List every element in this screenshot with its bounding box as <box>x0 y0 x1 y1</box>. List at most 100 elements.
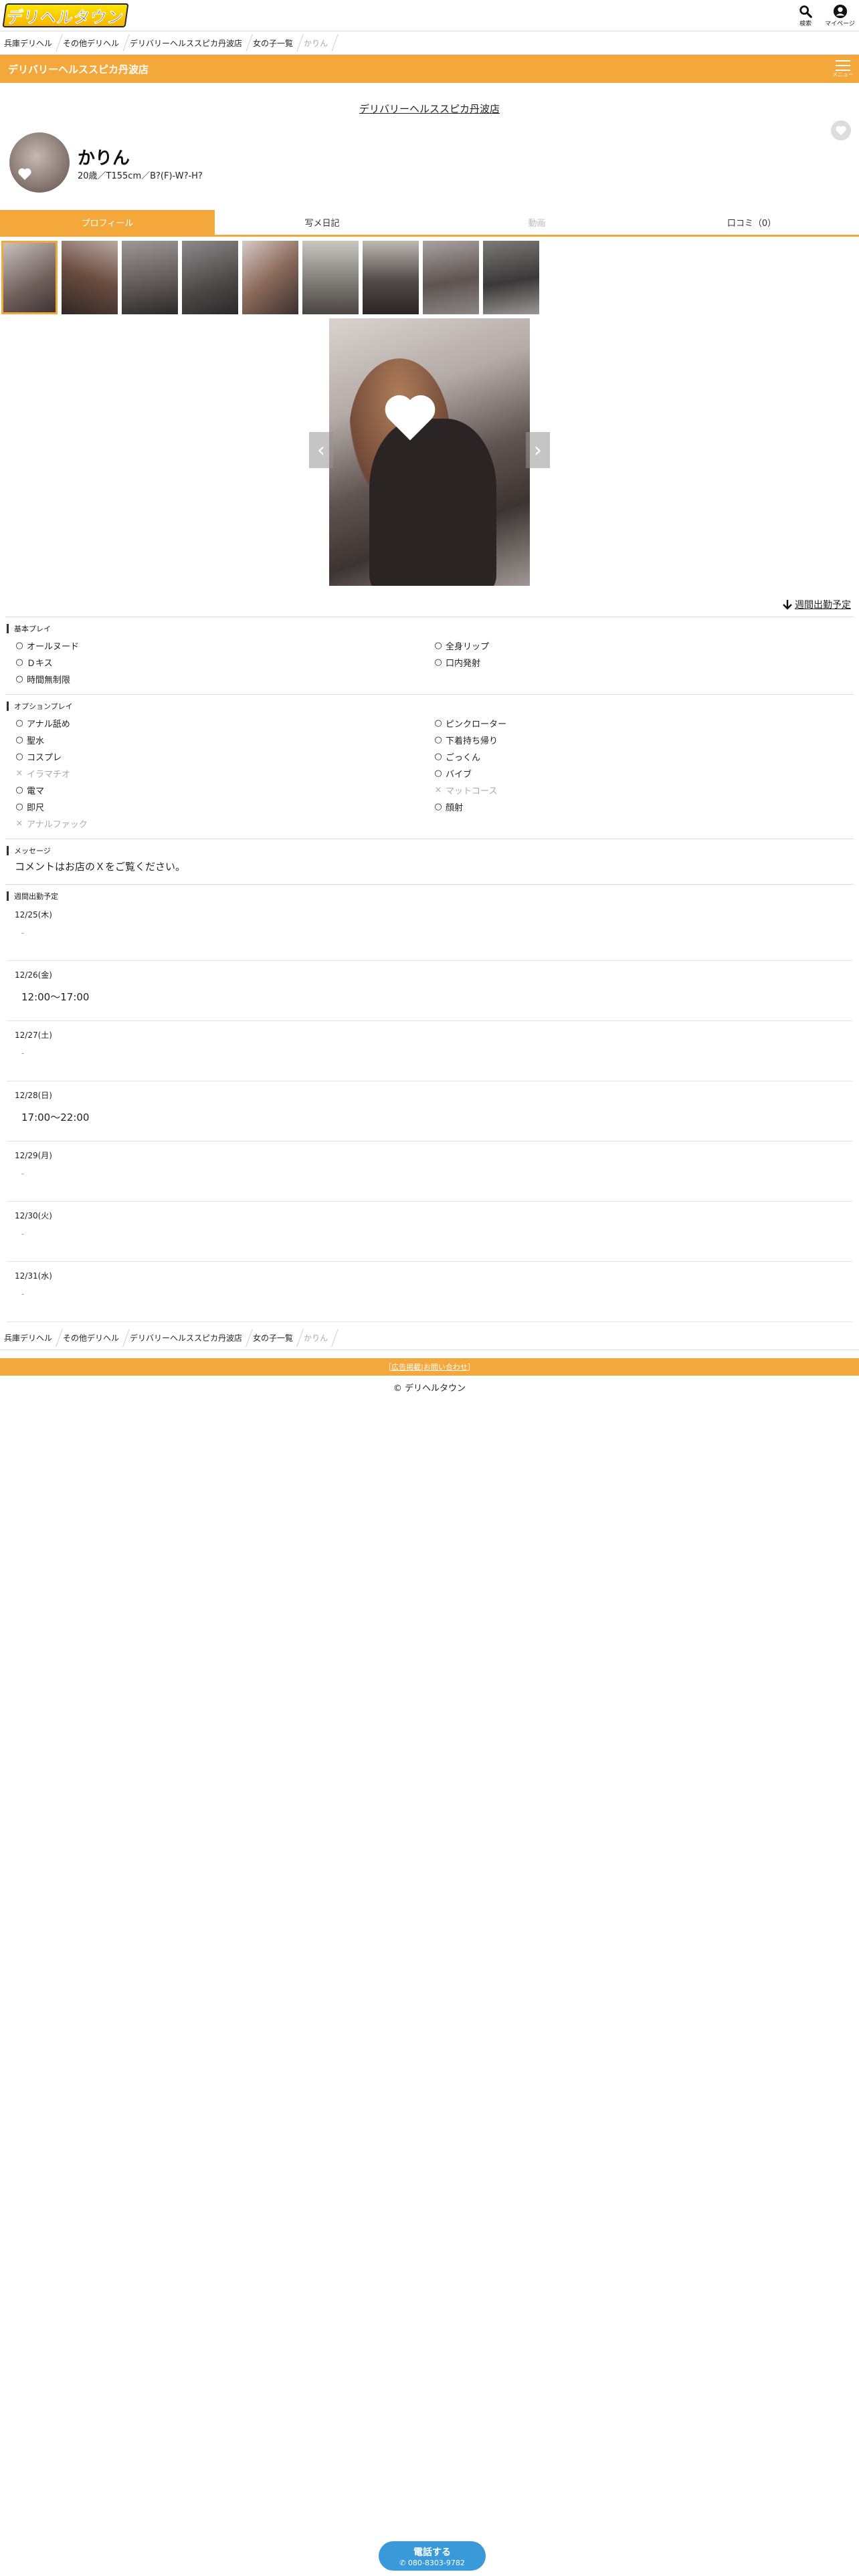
ok-circle-icon: ○ <box>15 641 23 651</box>
breadcrumb-item[interactable]: デリバリーヘルススピカ丹波店 <box>126 1326 249 1350</box>
photo-thumbnail[interactable] <box>122 241 178 314</box>
section-title: オプションプレイ <box>7 702 852 711</box>
breadcrumb-item[interactable]: その他デリヘル <box>59 1326 126 1350</box>
schedule-date: 12/27(土) <box>15 1031 52 1040</box>
arrow-down-icon <box>783 600 792 610</box>
chevron-right-icon: › <box>534 438 542 462</box>
schedule-date: 12/26(金) <box>15 970 52 980</box>
photo-thumbnails <box>0 237 859 318</box>
heart-icon <box>836 126 846 136</box>
search-button[interactable]: 検索 <box>798 4 813 27</box>
breadcrumb-item[interactable]: 兵庫デリヘル <box>0 1326 59 1350</box>
footer-link-contact[interactable]: お問い合わせ <box>423 1362 468 1372</box>
tab-reviews[interactable]: 口コミ（0） <box>644 210 859 235</box>
photo-thumbnail[interactable] <box>423 241 479 314</box>
breadcrumb-item[interactable]: その他デリヘル <box>59 31 126 54</box>
play-item: ○ Ｄキス <box>15 655 434 669</box>
play-item-label: ピンクローター <box>446 720 507 730</box>
schedule-date: 12/25(木) <box>15 910 52 920</box>
play-item: ○ 口内発射 <box>434 655 852 669</box>
mypage-button[interactable]: マイページ <box>825 4 855 27</box>
shop-title-bar: デリバリーヘルススピカ丹波店 メニュー <box>0 55 859 83</box>
play-item-label: 聖水 <box>27 736 45 746</box>
menu-button[interactable]: メニュー <box>832 60 854 78</box>
photo-thumbnail[interactable] <box>302 241 359 314</box>
photo-thumbnail[interactable] <box>62 241 118 314</box>
girl-name: かりん <box>78 148 130 169</box>
tab-photo-diary[interactable]: 写メ日記 <box>215 210 430 235</box>
play-item: ○ オールヌード <box>15 639 434 653</box>
play-item: × マットコース <box>434 783 852 797</box>
breadcrumb-item[interactable]: 女の子一覧 <box>249 31 300 54</box>
ok-circle-icon: ○ <box>15 674 23 684</box>
play-item: ○ コスプレ <box>15 750 434 764</box>
play-item-label: オールヌード <box>27 642 80 652</box>
play-item-label: 即尺 <box>27 803 45 813</box>
prev-photo-button[interactable]: ‹ <box>309 432 333 468</box>
schedule-date: 12/30(火) <box>15 1211 52 1220</box>
chevron-left-icon: ‹ <box>317 438 325 462</box>
play-item-label: 顔射 <box>446 803 464 813</box>
play-item: ○ バイブ <box>434 766 852 780</box>
breadcrumb-item[interactable]: 兵庫デリヘル <box>0 31 59 54</box>
breadcrumb-current: かりん <box>300 31 335 54</box>
play-item: × アナルファック <box>15 817 434 831</box>
play-item: ○ 電マ <box>15 783 434 797</box>
photo-thumbnail[interactable] <box>363 241 419 314</box>
site-logo[interactable]: デリヘルタウン <box>2 3 129 27</box>
play-item-label: 電マ <box>27 786 45 796</box>
call-button[interactable]: 電話する ✆ 080-8303-9782 <box>379 2541 486 2571</box>
mypage-label: マイページ <box>825 20 855 27</box>
play-item: × イラマチオ <box>15 766 434 780</box>
option-play-section: オプションプレイ ○ アナル舐め ○ ピンクローター ○ 聖水 ○ 下着持ち帰り ○ コスプレ ○ ご… <box>0 695 859 839</box>
breadcrumb-item[interactable]: 女の子一覧 <box>249 1326 300 1350</box>
tab-profile[interactable]: プロフィール <box>0 210 215 235</box>
profile-header: かりん 20歳／T155cm／B?(F)-W?-H? <box>0 120 859 210</box>
photo-thumbnail[interactable] <box>483 241 539 314</box>
ok-circle-icon: ○ <box>434 752 442 762</box>
play-item: ○ ピンクローター <box>434 716 852 730</box>
user-icon <box>833 4 847 18</box>
photo-thumbnail[interactable] <box>1 241 58 314</box>
play-item-label: 下着持ち帰り <box>446 736 498 746</box>
play-item-label: Ｄキス <box>27 659 53 669</box>
schedule-day: 12/31(水) - <box>7 1262 852 1322</box>
play-item: ○ 即尺 <box>15 800 434 814</box>
ok-circle-icon: ○ <box>15 752 23 762</box>
footer-link-ads[interactable]: 広告掲載 <box>391 1362 421 1372</box>
section-title: メッセージ <box>7 846 852 855</box>
play-item-label: ごっくん <box>446 753 481 763</box>
play-item: ○ 時間無制限 <box>15 672 434 686</box>
photo-thumbnail[interactable] <box>242 241 298 314</box>
basic-play-section: 基本プレイ ○ オールヌード ○ 全身リップ ○ Ｄキス ○ 口内発射 ○ 時間無制限 <box>0 617 859 694</box>
photo-thumbnail[interactable] <box>182 241 238 314</box>
shop-link[interactable]: デリバリーヘルススピカ丹波店 <box>359 103 500 115</box>
footer-breadcrumb: 兵庫デリヘル その他デリヘル デリバリーヘルススピカ丹波店 女の子一覧 かりん <box>0 1326 859 1350</box>
avatar <box>9 132 70 193</box>
tab-video: 動画 <box>528 219 546 229</box>
next-photo-button[interactable]: › <box>526 432 550 468</box>
play-item: ○ 聖水 <box>15 733 434 747</box>
favorite-button[interactable] <box>831 120 851 140</box>
schedule-day: 12/28(日) 17:00〜22:00 <box>7 1081 852 1142</box>
heart-sticker-icon <box>18 168 31 181</box>
play-item: ○ 顔射 <box>434 800 852 814</box>
ok-circle-icon: ○ <box>15 802 23 812</box>
weekly-schedule-link[interactable]: 週間出勤予定 <box>783 598 851 611</box>
schedule-time: 17:00〜22:00 <box>21 1111 90 1123</box>
schedule-time: - <box>21 1289 25 1299</box>
shop-title[interactable]: デリバリーヘルススピカ丹波店 <box>8 62 149 76</box>
phone-number: 080-8303-9782 <box>407 2558 465 2567</box>
play-item-label: コスプレ <box>27 753 62 763</box>
play-item-label: 口内発射 <box>446 659 481 669</box>
breadcrumb-item[interactable]: デリバリーヘルススピカ丹波店 <box>126 31 249 54</box>
schedule-day: 12/27(土) - <box>7 1021 852 1081</box>
photo-slider: ‹ › <box>0 318 859 593</box>
heart-sticker-icon <box>385 395 436 441</box>
ok-circle-icon: ○ <box>434 735 442 745</box>
message-text: コメントはお店のＸをご覧ください。 <box>15 861 186 873</box>
ok-circle-icon: ○ <box>434 657 442 667</box>
schedule-day: 12/26(金) 12:00〜17:00 <box>7 961 852 1021</box>
schedule-day: 12/30(火) - <box>7 1202 852 1262</box>
ok-circle-icon: ○ <box>434 802 442 812</box>
